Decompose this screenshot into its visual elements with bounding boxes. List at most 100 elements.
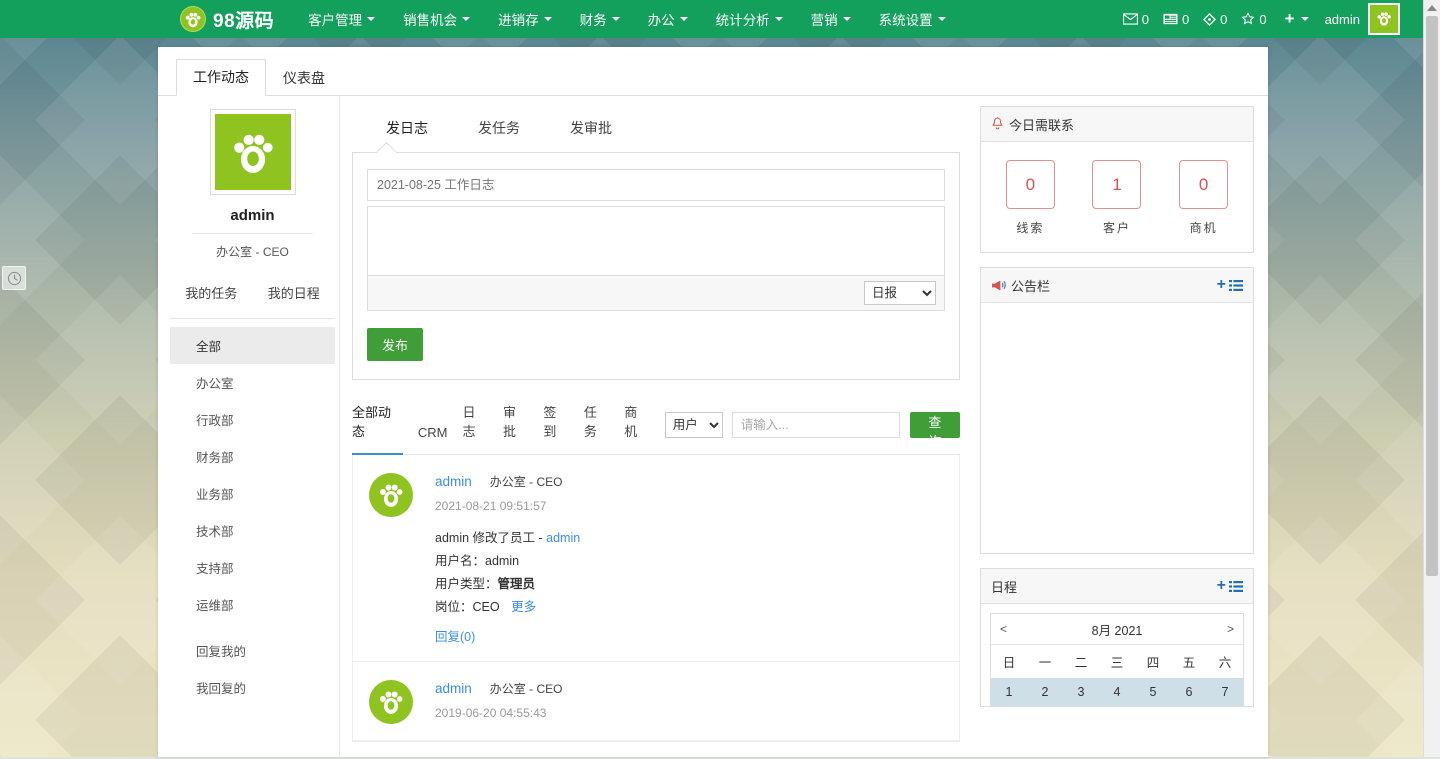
sidebar-item-support-dept[interactable]: 支持部 bbox=[170, 549, 335, 586]
calendar-day[interactable]: 2 bbox=[1027, 678, 1063, 706]
add-schedule-button[interactable]: + bbox=[1217, 578, 1226, 594]
bulletin-list bbox=[981, 303, 1253, 553]
post-type-select[interactable]: 日报 周报 月报 bbox=[864, 281, 936, 305]
calendar-day[interactable]: 6 bbox=[1171, 678, 1207, 706]
quick-add-button[interactable]: + bbox=[1285, 9, 1309, 29]
scroll-up-arrow-icon[interactable] bbox=[1427, 5, 1437, 11]
tab-work-feed[interactable]: 工作动态 bbox=[176, 59, 266, 96]
filter-tab-task[interactable]: 任务 bbox=[584, 402, 609, 447]
menu-item-label: 办公 bbox=[648, 9, 675, 29]
menu-item-office[interactable]: 办公 bbox=[634, 0, 702, 38]
feed-username[interactable]: admin bbox=[435, 681, 472, 696]
reply-link[interactable]: 回复(0) bbox=[435, 626, 580, 645]
menu-item-analytics[interactable]: 统计分析 bbox=[702, 0, 797, 38]
calendar-next-button[interactable]: > bbox=[1220, 622, 1234, 636]
menu-item-sales[interactable]: 销售机会 bbox=[389, 0, 484, 38]
tab-post-log[interactable]: 发日志 bbox=[374, 112, 440, 144]
search-input[interactable] bbox=[732, 412, 900, 438]
feed-department: 办公室 - CEO bbox=[490, 680, 563, 697]
main-content: 发日志 发任务 发审批 日报 周报 月报 发布 全部动态 bbox=[340, 96, 972, 759]
sidebar-item-replied-to-me[interactable]: 回复我的 bbox=[170, 632, 335, 669]
current-user[interactable]: admin bbox=[1325, 12, 1360, 27]
tab-post-task[interactable]: 发任务 bbox=[466, 112, 532, 144]
sidebar-item-all[interactable]: 全部 bbox=[170, 327, 335, 364]
avatar[interactable] bbox=[369, 473, 413, 517]
menu-item-finance[interactable]: 财务 bbox=[566, 0, 634, 38]
feed-field-position: 岗位：CEO 更多 bbox=[435, 596, 580, 619]
weekday-label: 三 bbox=[1099, 645, 1135, 679]
link-my-tasks[interactable]: 我的任务 bbox=[185, 283, 237, 302]
sidebar-item-my-replies[interactable]: 我回复的 bbox=[170, 669, 335, 706]
calendar-day[interactable]: 7 bbox=[1207, 678, 1243, 706]
sidebar-item-admin-dept[interactable]: 行政部 bbox=[170, 401, 335, 438]
field-value: admin bbox=[485, 554, 519, 568]
menu-item-settings[interactable]: 系统设置 bbox=[865, 0, 960, 38]
weekday-label: 六 bbox=[1207, 645, 1243, 679]
sidebar-item-ops-dept[interactable]: 运维部 bbox=[170, 586, 335, 623]
profile-avatar[interactable] bbox=[211, 110, 295, 194]
filter-tab-opportunity[interactable]: 商机 bbox=[624, 402, 649, 447]
bell-icon bbox=[991, 117, 1004, 131]
chevron-down-icon bbox=[680, 17, 688, 21]
chevron-down-icon bbox=[1301, 17, 1309, 21]
calendar-wrapper: < 8月 2021 > 日 一 二 三 四 五 bbox=[981, 604, 1253, 706]
filter-tab-checkin[interactable]: 签到 bbox=[543, 402, 568, 447]
calendar-prev-button[interactable]: < bbox=[1000, 622, 1014, 636]
contact-cell-opportunities[interactable]: 0 商机 bbox=[1179, 160, 1228, 236]
menu-item-marketing[interactable]: 营销 bbox=[797, 0, 865, 38]
calendar-day[interactable]: 1 bbox=[991, 678, 1027, 706]
avatar[interactable] bbox=[369, 680, 413, 724]
menu-item-inventory[interactable]: 进销存 bbox=[484, 0, 566, 38]
list-icon[interactable] bbox=[1229, 279, 1243, 292]
tab-dashboard[interactable]: 仪表盘 bbox=[266, 60, 342, 96]
chevron-down-icon bbox=[938, 17, 946, 21]
menu-item-label: 系统设置 bbox=[879, 9, 933, 29]
add-bulletin-button[interactable]: + bbox=[1217, 277, 1226, 293]
calendar-day[interactable]: 4 bbox=[1099, 678, 1135, 706]
diamond-counter[interactable]: 0 bbox=[1203, 12, 1227, 27]
tab-post-approval[interactable]: 发审批 bbox=[558, 112, 624, 144]
sidebar-item-business-dept[interactable]: 业务部 bbox=[170, 475, 335, 512]
publish-button[interactable]: 发布 bbox=[367, 328, 423, 361]
widget-actions: + bbox=[1217, 277, 1243, 293]
feed-action-text: admin 修改了员工 - bbox=[435, 531, 546, 545]
scrollbar-thumb[interactable] bbox=[1426, 16, 1438, 576]
feed-action-link[interactable]: admin bbox=[546, 531, 580, 545]
search-button[interactable]: 查询 bbox=[910, 412, 960, 438]
clock-widget-tab[interactable] bbox=[2, 266, 26, 290]
filter-tab-approval[interactable]: 审批 bbox=[503, 402, 528, 447]
sidebar-item-finance-dept[interactable]: 财务部 bbox=[170, 438, 335, 475]
avatar[interactable] bbox=[1368, 3, 1400, 35]
contact-cell-customers[interactable]: 1 客户 bbox=[1092, 160, 1141, 236]
sidebar-item-office[interactable]: 办公室 bbox=[170, 364, 335, 401]
news-counter[interactable]: 0 bbox=[1163, 12, 1189, 27]
sidebar-item-tech-dept[interactable]: 技术部 bbox=[170, 512, 335, 549]
filter-tab-log[interactable]: 日志 bbox=[462, 402, 487, 447]
calendar-day[interactable]: 3 bbox=[1063, 678, 1099, 706]
list-icon[interactable] bbox=[1229, 580, 1243, 593]
post-title-input[interactable] bbox=[367, 169, 945, 201]
menu-item-label: 进销存 bbox=[498, 9, 539, 29]
brand[interactable]: 98源码 bbox=[180, 6, 274, 33]
chevron-down-icon bbox=[612, 17, 620, 21]
menu-item-customer[interactable]: 客户管理 bbox=[294, 0, 389, 38]
publish-tabs: 发日志 发任务 发审批 bbox=[352, 106, 960, 144]
post-body-editor[interactable] bbox=[367, 206, 945, 275]
page-scrollbar[interactable] bbox=[1423, 0, 1440, 757]
search-scope-select[interactable]: 用户 部门 bbox=[665, 412, 723, 438]
mail-counter[interactable]: 0 bbox=[1123, 12, 1149, 27]
filter-tab-all[interactable]: 全部动态 bbox=[352, 402, 403, 447]
contact-label: 商机 bbox=[1179, 219, 1228, 236]
widget-today-contacts: 今日需联系 0 线索 1 客户 0 商机 bbox=[980, 106, 1254, 253]
calendar-weekday-row: 日 一 二 三 四 五 六 bbox=[991, 645, 1243, 679]
contact-cell-leads[interactable]: 0 线索 bbox=[1006, 160, 1055, 236]
page-tabs: 工作动态 仪表盘 bbox=[158, 47, 1268, 96]
star-counter[interactable]: 0 bbox=[1241, 12, 1266, 27]
calendar: < 8月 2021 > 日 一 二 三 四 五 bbox=[990, 613, 1244, 706]
feed-username[interactable]: admin bbox=[435, 474, 472, 489]
filter-tab-crm[interactable]: CRM bbox=[418, 425, 448, 447]
calendar-day[interactable]: 5 bbox=[1135, 678, 1171, 706]
link-my-schedule[interactable]: 我的日程 bbox=[268, 283, 320, 302]
contact-label: 客户 bbox=[1092, 219, 1141, 236]
more-link[interactable]: 更多 bbox=[511, 600, 536, 614]
